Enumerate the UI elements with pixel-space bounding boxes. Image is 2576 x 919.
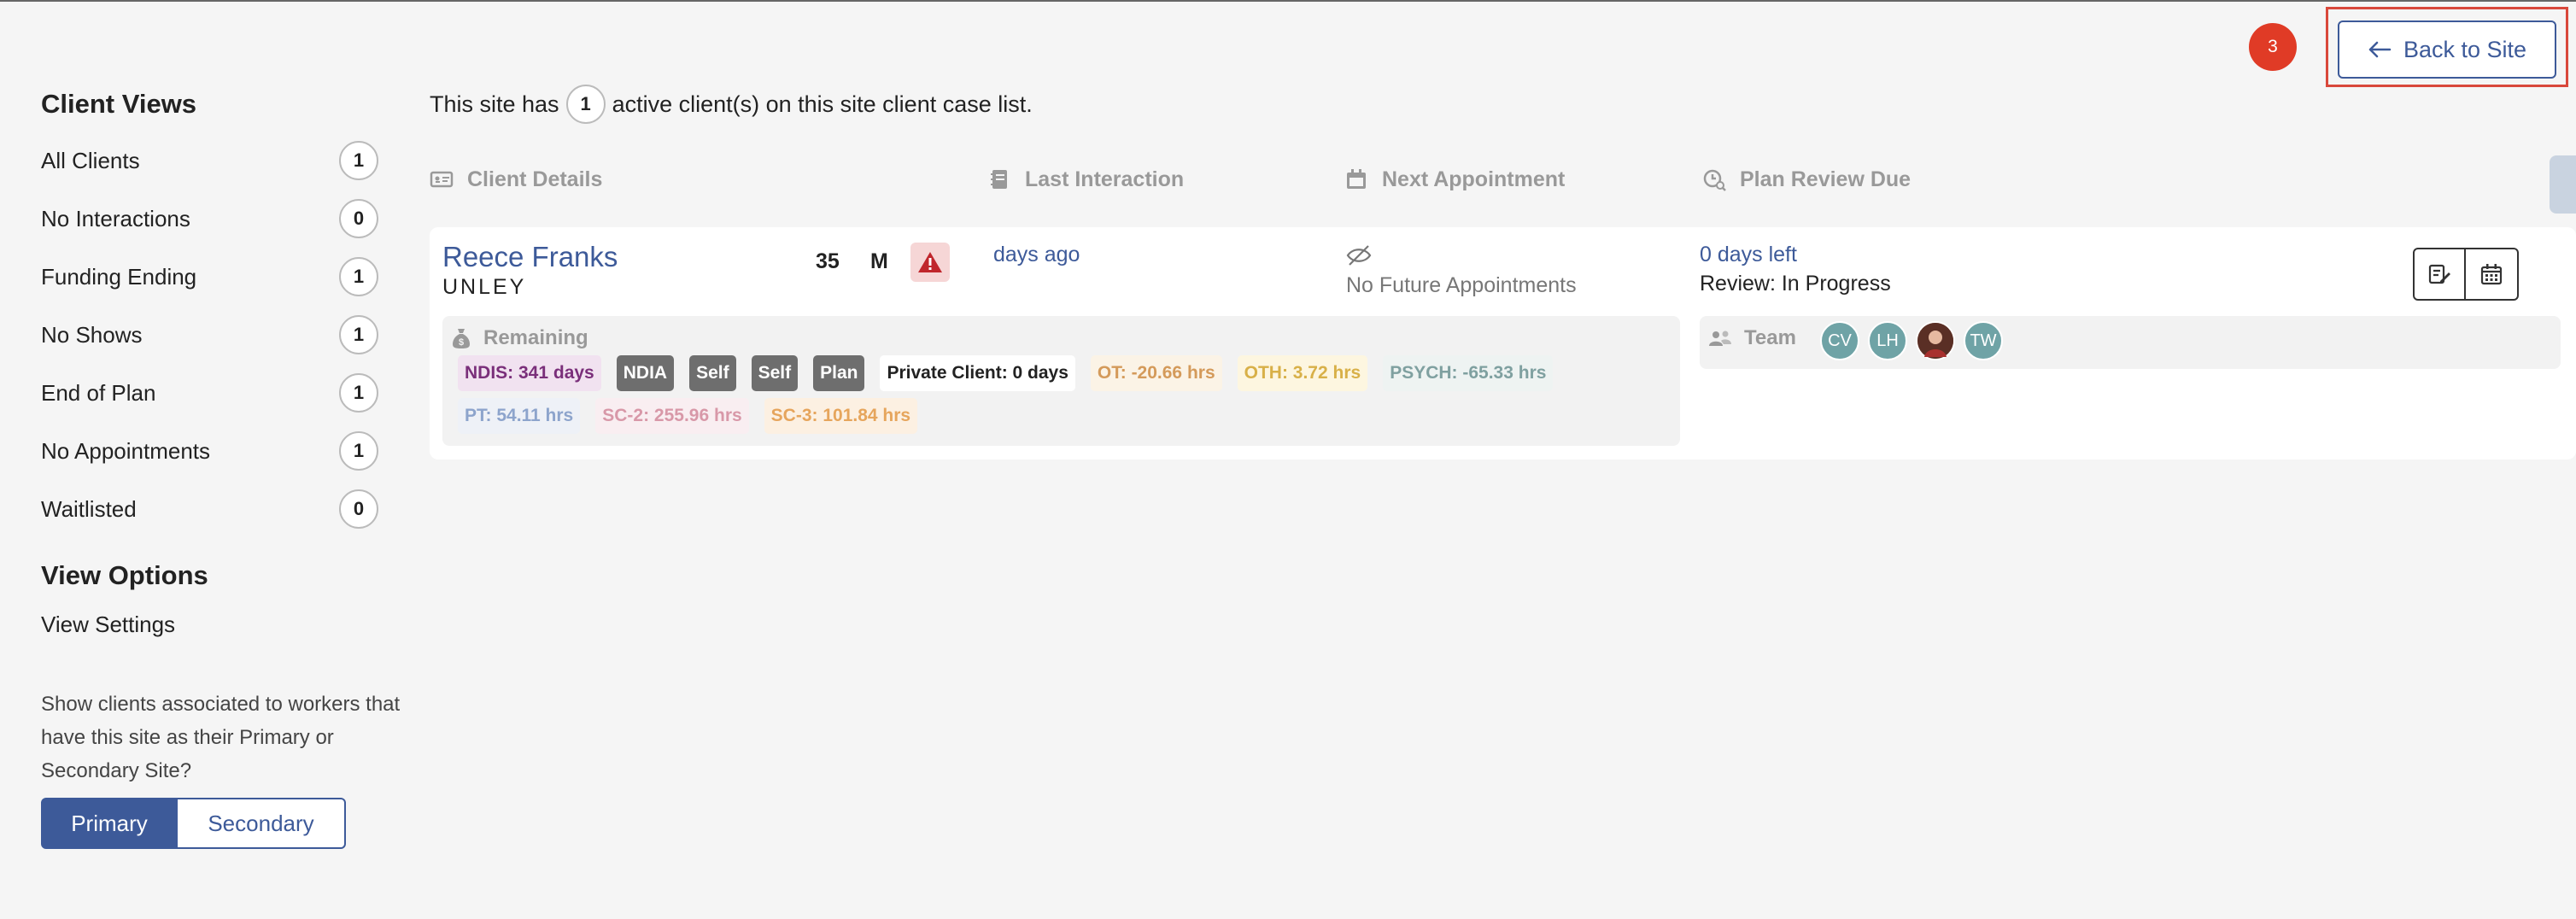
calendar-icon bbox=[2480, 264, 2503, 285]
summary-prefix: This site has bbox=[430, 91, 559, 117]
avatar[interactable]: TW bbox=[1964, 321, 2003, 360]
funding-tag: Self bbox=[751, 355, 799, 391]
count-badge: 1 bbox=[339, 141, 378, 180]
client-action-buttons bbox=[2413, 248, 2519, 301]
site-summary: This site has 1 active client(s) on this… bbox=[430, 84, 1033, 125]
next-appointment-text: No Future Appointments bbox=[1346, 273, 1577, 297]
primary-secondary-toggle: Primary Secondary bbox=[41, 798, 346, 849]
count-badge: 1 bbox=[339, 431, 378, 471]
funding-tag: PSYCH: -65.33 hrs bbox=[1383, 355, 1554, 391]
column-header-next-appointment: Next Appointment bbox=[1344, 162, 1565, 196]
funding-tag: NDIA bbox=[616, 355, 675, 391]
avatar[interactable]: CV bbox=[1820, 321, 1859, 360]
active-client-count: 1 bbox=[565, 85, 606, 124]
calendar-icon bbox=[1347, 169, 1366, 189]
remaining-header: $ Remaining bbox=[451, 326, 588, 350]
funding-tag: PT: 54.11 hrs bbox=[458, 398, 581, 434]
team-avatars: CV LH TW bbox=[1820, 321, 2003, 360]
warning-triangle-icon bbox=[918, 252, 942, 272]
notification-badge[interactable]: 3 bbox=[2249, 23, 2297, 71]
primary-toggle-button[interactable]: Primary bbox=[41, 798, 178, 849]
client-views-list: All Clients 1 No Interactions 0 Funding … bbox=[41, 132, 378, 538]
remaining-label: Remaining bbox=[483, 326, 588, 349]
column-header-plan-review-due: Plan Review Due bbox=[1702, 162, 1911, 196]
funding-tag: Self bbox=[689, 355, 736, 391]
funding-tag: Private Client: 0 days bbox=[880, 355, 1075, 391]
sidebar-item-no-shows[interactable]: No Shows 1 bbox=[41, 306, 378, 364]
funding-tag: SC-2: 255.96 hrs bbox=[595, 398, 749, 434]
count-badge: 1 bbox=[339, 257, 378, 296]
svg-text:$: $ bbox=[459, 337, 464, 348]
sidebar-item-label: Funding Ending bbox=[41, 263, 197, 290]
count-badge: 1 bbox=[339, 315, 378, 354]
edit-notes-button[interactable] bbox=[2413, 248, 2466, 301]
summary-suffix: active client(s) on this site client cas… bbox=[612, 91, 1033, 117]
funding-tag: Plan bbox=[813, 355, 865, 391]
client-views-title: Client Views bbox=[41, 89, 197, 119]
site-association-help-text: Show clients associated to workers that … bbox=[41, 693, 401, 782]
clock-search-icon bbox=[1703, 169, 1726, 191]
sidebar-item-label: No Interactions bbox=[41, 205, 190, 231]
funding-tag: OTH: 3.72 hrs bbox=[1237, 355, 1368, 391]
funding-tag: SC-3: 101.84 hrs bbox=[764, 398, 918, 434]
avatar[interactable]: LH bbox=[1868, 321, 1907, 360]
count-badge: 0 bbox=[339, 489, 378, 529]
client-name-link[interactable]: Reece Franks bbox=[442, 241, 618, 273]
sidebar-item-no-appointments[interactable]: No Appointments 1 bbox=[41, 422, 378, 480]
sidebar-item-no-interactions[interactable]: No Interactions 0 bbox=[41, 190, 378, 248]
funding-tag: OT: -20.66 hrs bbox=[1090, 355, 1222, 391]
calendar-button[interactable] bbox=[2466, 248, 2519, 301]
person-photo-icon bbox=[1917, 323, 1953, 359]
team-label: Team bbox=[1744, 326, 1796, 349]
sidebar-item-waitlisted[interactable]: Waitlisted 0 bbox=[41, 480, 378, 538]
column-header-client-details: Client Details bbox=[430, 162, 602, 196]
notes-edit-icon bbox=[2428, 264, 2450, 284]
sidebar-item-end-of-plan[interactable]: End of Plan 1 bbox=[41, 364, 378, 422]
top-border bbox=[0, 0, 2576, 2]
last-interaction-link[interactable]: days ago bbox=[993, 243, 1080, 267]
count-badge: 0 bbox=[339, 199, 378, 238]
calendar-off-icon bbox=[1346, 244, 1372, 271]
arrow-left-icon bbox=[2368, 41, 2392, 58]
money-bag-icon: $ bbox=[453, 329, 470, 348]
sidebar-item-funding-ending[interactable]: Funding Ending 1 bbox=[41, 248, 378, 306]
sidebar-item-all-clients[interactable]: All Clients 1 bbox=[41, 132, 378, 190]
review-status: Review: In Progress bbox=[1700, 272, 1891, 296]
column-header-last-interaction: Last Interaction bbox=[987, 162, 1184, 196]
client-gender: M bbox=[870, 249, 888, 273]
sidebar-item-label: End of Plan bbox=[41, 379, 156, 406]
funding-tags: NDIS: 341 days NDIA Self Self Plan Priva… bbox=[458, 355, 1671, 434]
avatar-photo[interactable] bbox=[1916, 321, 1955, 360]
sidebar-item-label: All Clients bbox=[41, 147, 140, 173]
warning-icon[interactable] bbox=[910, 243, 950, 282]
column-label: Client Details bbox=[467, 167, 603, 191]
column-label: Plan Review Due bbox=[1740, 167, 1912, 191]
column-label: Last Interaction bbox=[1025, 167, 1185, 191]
back-to-site-label: Back to Site bbox=[2403, 36, 2527, 62]
column-label: Next Appointment bbox=[1382, 167, 1566, 191]
side-panel-tab[interactable] bbox=[2550, 155, 2576, 214]
count-badge: 1 bbox=[339, 373, 378, 413]
client-suburb: UNLEY bbox=[442, 275, 527, 299]
team-icon bbox=[1709, 331, 1731, 346]
id-card-icon bbox=[430, 171, 454, 188]
sidebar-item-label: No Shows bbox=[41, 321, 143, 348]
sidebar-item-label: No Appointments bbox=[41, 437, 211, 464]
view-settings-link[interactable]: View Settings bbox=[41, 612, 378, 638]
secondary-toggle-button[interactable]: Secondary bbox=[178, 798, 346, 849]
sidebar-item-label: Waitlisted bbox=[41, 495, 137, 522]
view-options-title: View Options bbox=[41, 560, 208, 590]
sidebar: Client Views All Clients 1 No Interactio… bbox=[41, 85, 400, 849]
notebook-icon bbox=[991, 170, 1007, 189]
plan-review-days-left[interactable]: 0 days left bbox=[1700, 243, 1797, 267]
back-to-site-button[interactable]: Back to Site bbox=[2338, 20, 2556, 79]
client-age: 35 bbox=[816, 249, 840, 273]
team-header: Team bbox=[1708, 326, 1796, 350]
funding-tag: NDIS: 341 days bbox=[458, 355, 601, 391]
